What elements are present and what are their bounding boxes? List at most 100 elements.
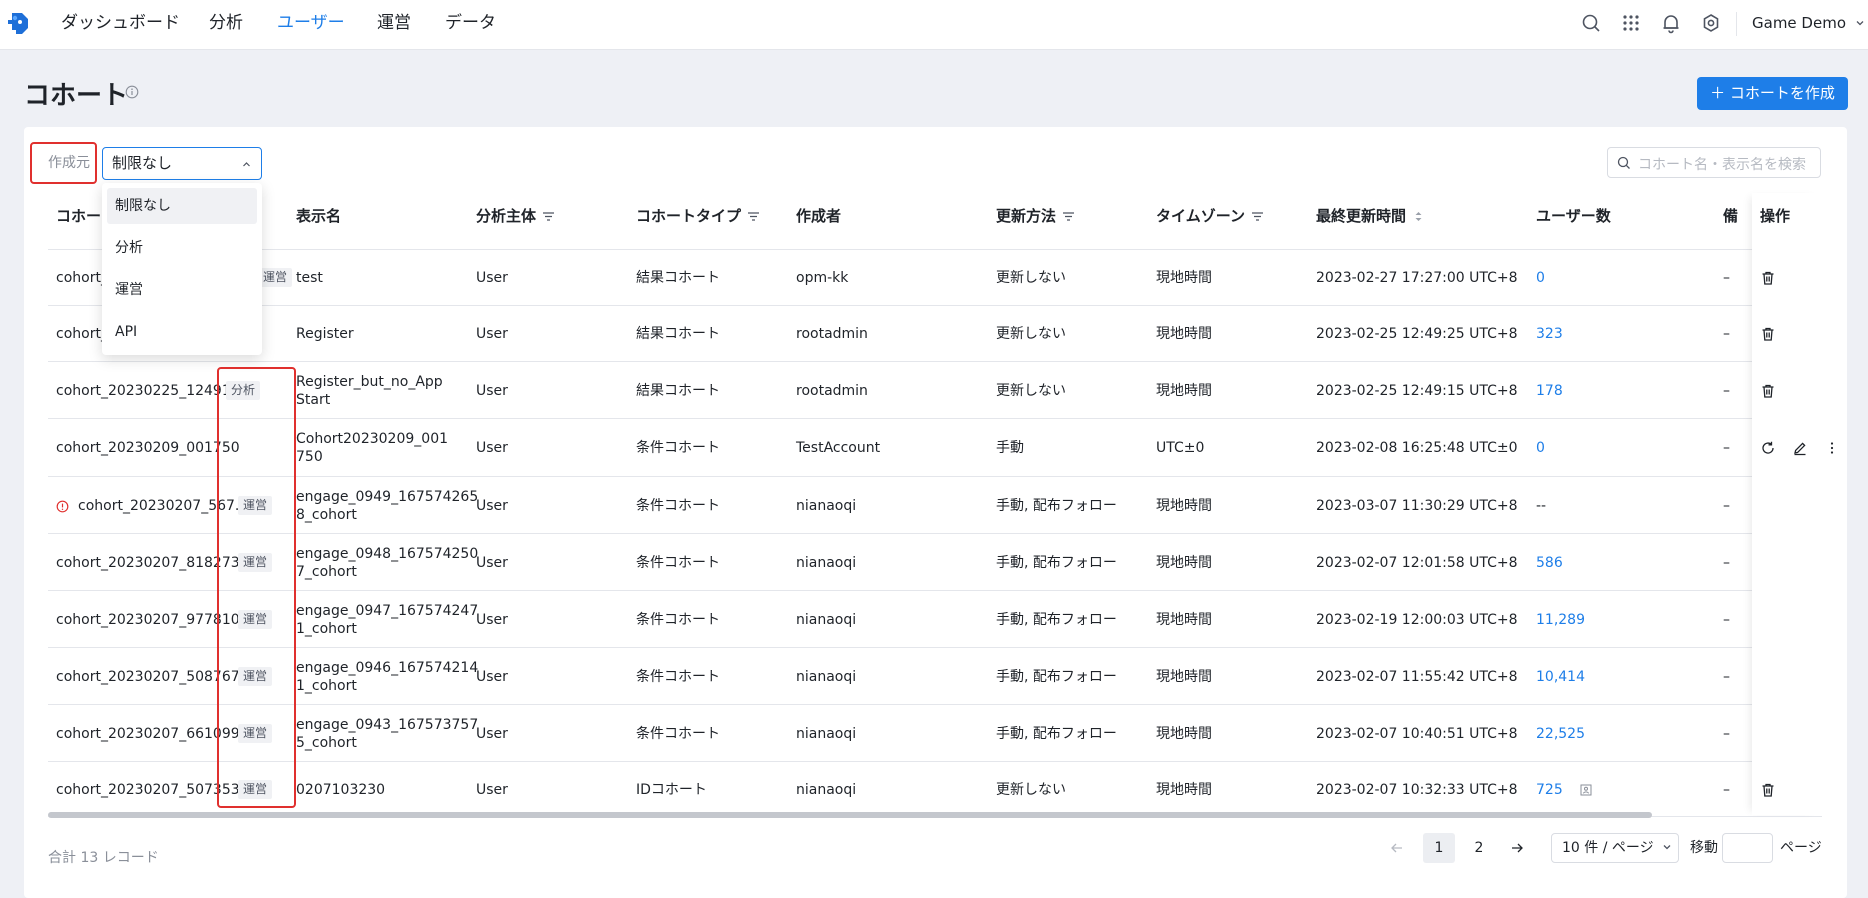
create-cohort-button[interactable]: ＋ コホートを作成: [1697, 77, 1848, 110]
table-row[interactable]: cohort_ 運営 test User 結果コホート opm-kk 更新しない 現地時間 20…: [48, 250, 1822, 306]
extra-value: –: [1723, 270, 1730, 286]
user-count[interactable]: 323: [1536, 325, 1563, 343]
display-name-line: 750: [296, 449, 323, 465]
delete-icon[interactable]: [1760, 782, 1776, 798]
nav-dashboard[interactable]: ダッシュボード: [61, 0, 180, 50]
extra-value: –: [1723, 497, 1730, 514]
cohort-search-input[interactable]: コホート名・表示名を検索: [1607, 147, 1821, 178]
top-navigation: ダッシュボード 分析 ユーザー 運営 データ Game Demo: [0, 0, 1868, 50]
table-row[interactable]: cohort_ Register User 結果コホート rootadmin 更新しない 現…: [48, 306, 1822, 362]
display-name: Cohort20230209_001 750: [296, 430, 448, 466]
brand-logo-icon[interactable]: [6, 10, 34, 38]
cohort-type: 結果コホート: [636, 382, 720, 399]
option-operations[interactable]: 運営: [107, 272, 257, 308]
user-count[interactable]: 22,525: [1536, 725, 1585, 743]
user-count[interactable]: 0: [1536, 439, 1545, 457]
display-name-line: 7_cohort: [296, 563, 357, 580]
last-update-time: 2023-02-08 16:25:48 UTC±0: [1316, 440, 1518, 456]
more-icon[interactable]: [1824, 440, 1840, 456]
last-update-time: 2023-02-07 10:40:51 UTC+8: [1316, 725, 1518, 742]
analysis-entity: User: [476, 781, 508, 798]
project-switcher[interactable]: Game Demo: [1752, 0, 1865, 50]
table-row[interactable]: cohort_20230225_124911 分析 Register_but_no_…: [48, 362, 1822, 419]
nav-data[interactable]: データ: [445, 0, 496, 50]
table-row[interactable]: cohort_20230207_661099... 運営 engage_0943_1…: [48, 705, 1822, 762]
cohort-name: cohort_20230209_001750: [56, 440, 240, 456]
display-name-line: 1_cohort: [296, 677, 357, 694]
table-row[interactable]: cohort_20230207_818273... 運営 engage_0948_1…: [48, 534, 1822, 591]
cohort-type: 条件コホート: [636, 668, 720, 685]
apps-grid-icon[interactable]: [1620, 12, 1642, 34]
cohort-type: IDコホート: [636, 781, 707, 798]
option-api[interactable]: API: [107, 314, 257, 350]
display-name: 0207103230: [296, 781, 385, 799]
chevron-up-icon: [243, 162, 250, 167]
source-filter-dropdown: 制限なし 分析 運営 API: [102, 183, 262, 355]
filter-icon[interactable]: [542, 210, 555, 223]
nav-operations[interactable]: 運営: [377, 0, 411, 50]
project-name: Game Demo: [1752, 14, 1846, 32]
timezone: 現地時間: [1156, 554, 1212, 571]
delete-icon[interactable]: [1760, 326, 1776, 342]
filter-icon[interactable]: [1251, 210, 1264, 223]
display-name-line: Register_but_no_App: [296, 373, 443, 390]
info-icon[interactable]: [125, 85, 139, 99]
user-count[interactable]: 11,289: [1536, 611, 1585, 629]
page-2-button[interactable]: 2: [1463, 833, 1495, 863]
search-icon[interactable]: [1580, 12, 1602, 34]
edit-icon[interactable]: [1792, 440, 1808, 456]
bell-icon[interactable]: [1660, 12, 1682, 34]
table-row[interactable]: cohort_20230207_508767... 運営 engage_0946_1…: [48, 648, 1822, 705]
update-method: 手動, 配布フォロー: [996, 554, 1117, 571]
display-name: engage_0943_167573757 5_cohort: [296, 716, 478, 752]
update-method: 更新しない: [996, 382, 1066, 399]
page-size-value: 10 件 / ページ: [1562, 840, 1654, 856]
col-cohort-name[interactable]: コホー: [56, 193, 101, 250]
timezone: 現地時間: [1156, 270, 1212, 286]
refresh-icon[interactable]: [1760, 440, 1776, 456]
delete-icon[interactable]: [1760, 270, 1776, 286]
page-size-select[interactable]: 10 件 / ページ: [1551, 833, 1679, 863]
gear-icon[interactable]: [1700, 12, 1722, 34]
sort-icon[interactable]: [1412, 210, 1425, 223]
table-row[interactable]: cohort_20230207_567... 運営 engage_0949_1675…: [48, 477, 1822, 534]
extra-value: –: [1723, 440, 1730, 456]
creator: rootadmin: [796, 382, 868, 399]
table-row[interactable]: cohort_20230209_001750 Cohort20230209_001…: [48, 419, 1822, 477]
option-no-limit[interactable]: 制限なし: [107, 188, 257, 224]
col-entity: 分析主体: [476, 193, 555, 250]
analysis-entity: User: [476, 725, 508, 742]
search-placeholder: コホート名・表示名を検索: [1638, 157, 1806, 173]
source-filter-select[interactable]: 制限なし: [102, 147, 262, 180]
page-1-button[interactable]: 1: [1423, 833, 1455, 863]
display-name: Register_but_no_App Start: [296, 373, 443, 409]
page-jump-input[interactable]: [1722, 833, 1773, 863]
table-horizontal-scrollbar[interactable]: [48, 812, 1652, 818]
user-count: --: [1536, 497, 1547, 514]
table-row[interactable]: cohort_20230207_507353... 運営 0207103230 Use…: [48, 762, 1822, 817]
timezone: 現地時間: [1156, 611, 1212, 628]
creator: nianaoqi: [796, 781, 857, 798]
display-name-line: 1_cohort: [296, 620, 357, 637]
display-name: Register: [296, 325, 354, 343]
extra-value: –: [1723, 668, 1730, 685]
nav-users[interactable]: ユーザー: [277, 0, 345, 50]
user-count[interactable]: 0: [1536, 269, 1545, 287]
option-analysis[interactable]: 分析: [107, 230, 257, 266]
table-row[interactable]: cohort_20230207_977810... 運営 engage_0947_1…: [48, 591, 1822, 648]
arrow-left-icon[interactable]: [1390, 841, 1404, 855]
nav-analysis[interactable]: 分析: [209, 0, 243, 50]
filter-icon[interactable]: [1062, 210, 1075, 223]
user-count[interactable]: 725: [1536, 781, 1563, 799]
creator: TestAccount: [796, 440, 881, 456]
timezone: 現地時間: [1156, 725, 1212, 742]
filter-icon[interactable]: [747, 210, 760, 223]
cohort-name: cohort_: [56, 326, 108, 342]
display-name-line: Start: [296, 391, 331, 408]
display-name-line: 5_cohort: [296, 734, 357, 751]
user-count[interactable]: 586: [1536, 554, 1563, 572]
user-count[interactable]: 10,414: [1536, 668, 1585, 686]
user-count[interactable]: 178: [1536, 382, 1563, 400]
delete-icon[interactable]: [1760, 383, 1776, 399]
arrow-right-icon[interactable]: [1510, 841, 1524, 855]
